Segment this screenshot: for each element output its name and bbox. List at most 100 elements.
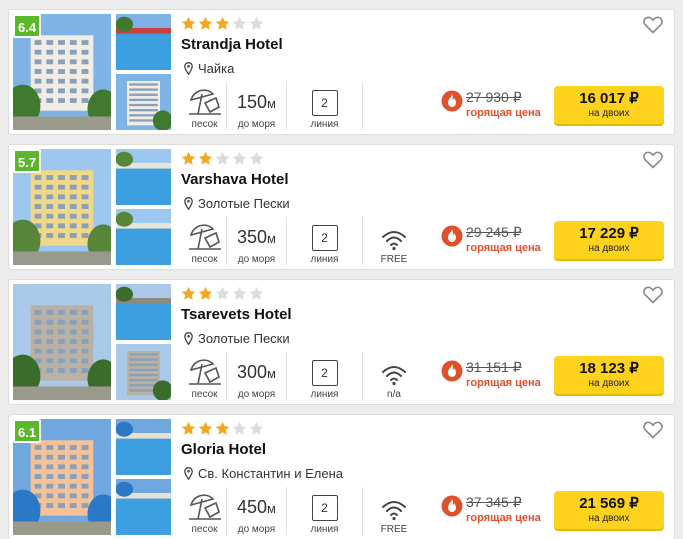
price-value: 16 017 ₽ [579, 90, 639, 107]
line-feature: 2 линия [287, 352, 363, 400]
beach-feature: песок [183, 352, 227, 400]
distance-label: до моря [237, 524, 276, 535]
price-per-label: на двоих [588, 243, 630, 254]
hotel-card[interactable]: 5.7 Varshava Hotel Золотые Пески песок 3… [8, 144, 675, 270]
star-filled-icon [181, 151, 196, 165]
hotel-photo-thumb[interactable] [116, 419, 171, 475]
hotel-photo-thumb[interactable] [116, 149, 171, 205]
star-filled-icon [215, 16, 230, 30]
star-filled-icon [181, 16, 196, 30]
hotel-card[interactable]: 6.1 Gloria Hotel Св. Константин и Елена … [8, 414, 675, 539]
price-per-label: на двоих [588, 378, 630, 389]
rating-badge: 6.1 [13, 419, 42, 443]
old-price: 29 245 ₽ [466, 224, 522, 240]
hotel-photo-thumb[interactable] [116, 209, 171, 265]
price-button[interactable]: 21 569 ₽ на двоих [554, 491, 664, 529]
favorite-heart-icon[interactable] [643, 421, 663, 439]
beach-umbrella-icon [188, 494, 221, 520]
hotel-name[interactable]: Strandja Hotel [181, 36, 283, 53]
hotel-photo-thumb[interactable] [116, 344, 171, 400]
hotel-location: Золотые Пески [184, 196, 290, 211]
hotel-location: Чайка [184, 61, 234, 76]
rating-badge: 6.4 [13, 14, 42, 38]
star-filled-icon [198, 151, 213, 165]
hot-price-label: горящая цена [466, 242, 541, 254]
hot-price-label: горящая цена [466, 107, 541, 119]
location-pin-icon [184, 62, 193, 75]
star-rating [181, 16, 264, 31]
favorite-heart-icon[interactable] [643, 151, 663, 169]
star-filled-icon [181, 421, 196, 435]
hot-fire-icon [441, 495, 463, 517]
hotel-photo-thumb[interactable] [116, 284, 171, 340]
favorite-heart-icon[interactable] [643, 286, 663, 304]
old-price: 27 930 ₽ [466, 89, 522, 105]
price-value: 18 123 ₽ [579, 360, 639, 377]
beach-umbrella-icon [188, 359, 221, 385]
beach-feature: песок [183, 487, 227, 535]
line-label: линия [310, 389, 339, 400]
hot-fire-icon [441, 90, 463, 112]
price-button[interactable]: 17 229 ₽ на двоих [554, 221, 664, 259]
star-empty-icon [249, 16, 264, 30]
star-rating [181, 286, 264, 301]
hotel-name[interactable]: Gloria Hotel [181, 441, 266, 458]
line-feature: 2 линия [287, 217, 363, 265]
star-empty-icon [232, 151, 247, 165]
beach-label: песок [191, 389, 218, 400]
price-value: 17 229 ₽ [579, 225, 639, 242]
hotel-photo-thumb[interactable] [116, 14, 171, 70]
hotel-name[interactable]: Varshava Hotel [181, 171, 289, 188]
beach-label: песок [191, 254, 218, 265]
wifi-label: n/a [387, 389, 401, 400]
star-empty-icon [232, 286, 247, 300]
hotel-card[interactable]: 6.4 Strandja Hotel Чайка песок 150м до м… [8, 9, 675, 135]
location-pin-icon [184, 467, 193, 480]
distance-value: 350м [237, 227, 276, 247]
wifi-icon [382, 501, 406, 521]
wifi-label: FREE [380, 524, 408, 535]
hotel-card[interactable]: Tsarevets Hotel Золотые Пески песок 300м [8, 279, 675, 405]
hotel-features: песок 350м до моря 2 линия FREE [183, 217, 425, 267]
star-empty-icon [249, 286, 264, 300]
location-pin-icon [184, 332, 193, 345]
hotel-photo-thumb[interactable] [116, 479, 171, 535]
line-label: линия [310, 119, 339, 130]
distance-feature: 300м до моря [227, 352, 287, 400]
star-empty-icon [215, 151, 230, 165]
beach-label: песок [191, 524, 218, 535]
price-value: 21 569 ₽ [579, 495, 639, 512]
hotel-photo-main[interactable] [13, 284, 111, 400]
price-button[interactable]: 16 017 ₽ на двоих [554, 86, 664, 124]
location-text: Золотые Пески [198, 331, 290, 346]
line-number: 2 [311, 90, 338, 116]
star-empty-icon [232, 16, 247, 30]
favorite-heart-icon[interactable] [643, 16, 663, 34]
old-price: 37 345 ₽ [466, 494, 522, 510]
star-filled-icon [181, 286, 196, 300]
price-per-label: на двоих [588, 108, 630, 119]
star-empty-icon [215, 286, 230, 300]
hotel-features: песок 450м до моря 2 линия FREE [183, 487, 425, 537]
line-label: линия [310, 254, 339, 265]
star-filled-icon [215, 421, 230, 435]
line-feature: 2 линия [287, 82, 363, 130]
beach-umbrella-icon [188, 89, 221, 115]
wifi-icon [382, 366, 406, 386]
wifi-icon [382, 231, 406, 251]
hotel-name[interactable]: Tsarevets Hotel [181, 306, 292, 323]
price-button[interactable]: 18 123 ₽ на двоих [554, 356, 664, 394]
distance-feature: 350м до моря [227, 217, 287, 265]
price-per-label: на двоих [588, 513, 630, 524]
hotel-photo-thumb[interactable] [116, 74, 171, 130]
hotel-features: песок 300м до моря 2 линия n/a [183, 352, 425, 402]
hotel-location: Св. Константин и Елена [184, 466, 343, 481]
hot-fire-icon [441, 360, 463, 382]
star-empty-icon [249, 151, 264, 165]
location-text: Золотые Пески [198, 196, 290, 211]
line-feature: 2 линия [287, 487, 363, 535]
rating-badge: 5.7 [13, 149, 42, 173]
distance-value: 150м [237, 92, 276, 112]
location-pin-icon [184, 197, 193, 210]
line-number: 2 [311, 225, 338, 251]
